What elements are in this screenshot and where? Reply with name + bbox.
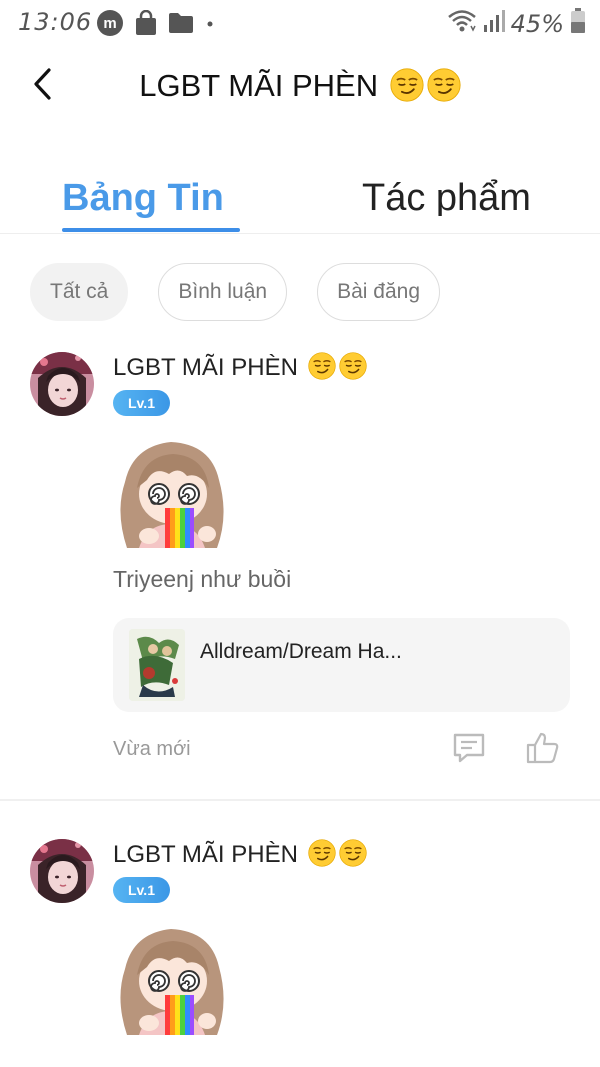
status-bar: 13:06 m 45% [0,0,600,48]
status-icons-left: m [96,9,216,42]
comment-button[interactable] [451,730,487,766]
linked-work-title: Alldream/Dream Ha... [200,640,402,663]
smirk-emoji-icon [339,352,367,380]
tab-works[interactable]: Tác phẩm [362,170,552,216]
feed-post: LGBT MÃI PHÈN Lv.1 [0,837,600,1067]
feed-post: LGBT MÃI PHÈN Lv.1 Triyeenj như buồi All… [0,350,600,800]
signal-icon [483,9,505,38]
page-title: LGBT MÃI PHÈN [0,68,600,104]
shopping-bag-icon [134,9,158,41]
avatar[interactable] [30,352,94,416]
wifi-icon [447,8,477,39]
avatar[interactable] [30,839,94,903]
smirk-emoji-icon [308,352,336,380]
post-author: LGBT MÃI PHÈN [113,839,367,869]
thumbs-up-icon [525,732,561,770]
folder-icon [168,12,194,39]
author-name: LGBT MÃI PHÈN [113,354,298,381]
tab-news-feed[interactable]: Bảng Tin [62,170,240,234]
filter-chips: Tất cả Bình luận Bài đăng [30,263,441,321]
book-cover-image [129,629,185,701]
smirk-emoji-icon [390,68,424,102]
level-badge: Lv.1 [113,877,170,903]
smirk-emoji-icon [427,68,461,102]
active-tab-indicator [62,228,240,232]
status-icons-right: 45% [447,8,586,39]
m-app-icon: m [96,9,124,42]
tab-label: Tác phẩm [362,177,531,216]
filter-chip-comments[interactable]: Bình luận [158,263,288,321]
smirk-emoji-icon [339,839,367,867]
author-name: LGBT MÃI PHÈN [113,841,298,868]
dot-icon [204,17,216,35]
battery-percent: 45% [510,9,564,38]
post-divider [0,799,600,801]
sticker-image [113,432,231,548]
level-badge: Lv.1 [113,390,170,416]
svg-text:m: m [103,15,116,32]
sticker-image [113,919,231,1035]
tab-label: Bảng Tin [62,177,224,219]
post-text: Triyeenj như buồi [113,566,292,592]
post-timestamp: Vừa mới [113,738,191,760]
tab-bar: Bảng Tin Tác phẩm [0,170,600,234]
status-time: 13:06 [18,8,93,36]
filter-chip-posts[interactable]: Bài đăng [317,263,441,321]
battery-icon [570,8,586,39]
smirk-emoji-icon [308,839,336,867]
like-button[interactable] [525,730,561,766]
app-header: LGBT MÃI PHÈN [0,50,600,126]
post-author: LGBT MÃI PHÈN [113,352,367,382]
comment-icon [451,733,487,770]
linked-work-card[interactable]: Alldream/Dream Ha... [113,618,570,712]
filter-chip-all[interactable]: Tất cả [30,263,129,321]
page-title-text: LGBT MÃI PHÈN [139,68,379,103]
